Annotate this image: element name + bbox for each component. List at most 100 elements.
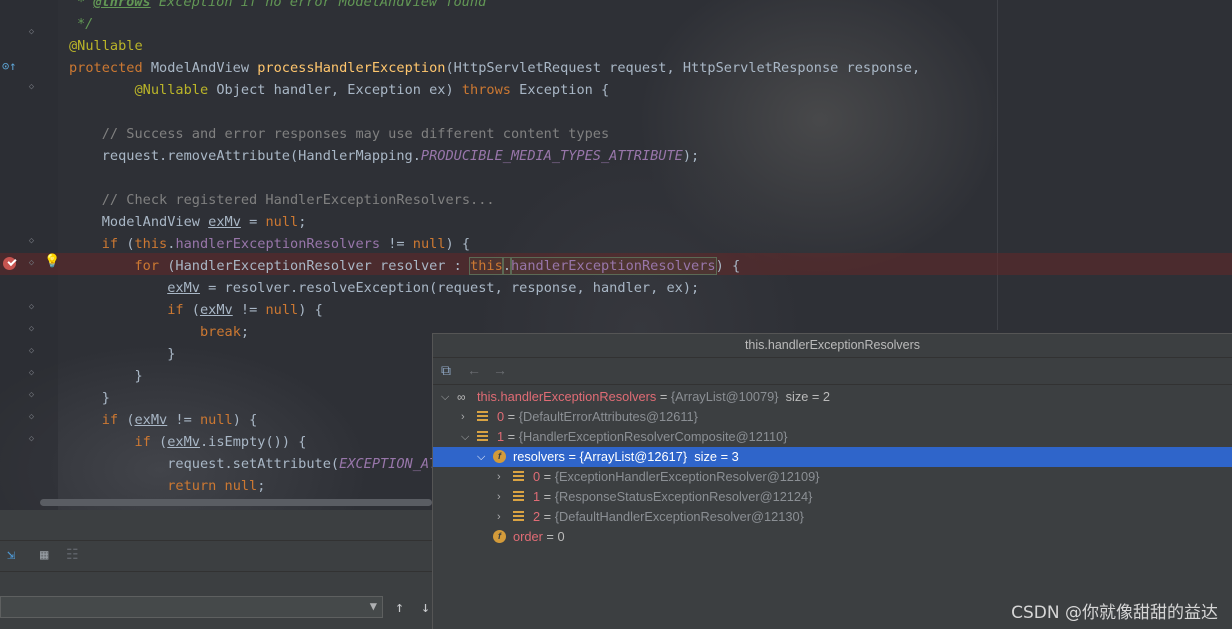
columns-icon[interactable]: ☷: [66, 547, 79, 563]
list-icon: [477, 411, 488, 422]
fold-marker-icon[interactable]: ◇: [27, 435, 36, 444]
code-token: break: [199, 324, 241, 340]
fold-marker-icon[interactable]: ◇: [27, 237, 36, 246]
tree-row[interactable]: f order = 0: [433, 527, 1232, 547]
arrow-up-icon[interactable]: ↑: [395, 598, 404, 616]
chevron-right-icon[interactable]: ›: [497, 487, 501, 507]
code-line[interactable]: return null;: [69, 475, 265, 497]
chevron-right-icon[interactable]: ›: [497, 507, 501, 527]
code-token: Exception {: [519, 82, 610, 98]
code-token: ) {: [445, 236, 471, 252]
code-line[interactable]: // Success and error responses may use d…: [69, 123, 609, 145]
tree-row[interactable]: › 0 = {DefaultErrorAttributes@12611}: [433, 407, 1232, 427]
back-arrow-icon[interactable]: ←: [467, 362, 481, 378]
code-line[interactable]: ModelAndView exMv = null;: [69, 211, 307, 233]
override-method-icon[interactable]: ⊙↑: [2, 59, 16, 73]
code-token: processHandlerException: [257, 60, 446, 76]
variables-tree[interactable]: ⌵ ∞ this.handlerExceptionResolvers = {Arra…: [433, 387, 1232, 557]
chevron-down-icon[interactable]: ⌵: [441, 387, 449, 407]
debugger-panel: ⇲ ▦ ☷ ▼ ↑ ↓: [0, 510, 433, 629]
fold-marker-icon[interactable]: ◇: [27, 303, 36, 312]
arrow-down-icon[interactable]: ↓: [421, 598, 430, 616]
code-line[interactable]: if (exMv != null) {: [69, 299, 323, 321]
table-view-icon[interactable]: ▦: [40, 547, 48, 563]
tree-row[interactable]: › 1 = {ResponseStatusExceptionResolver@12…: [433, 487, 1232, 507]
field-icon: f: [493, 450, 506, 463]
code-line[interactable]: protected ModelAndView processHandlerExc…: [69, 57, 920, 79]
code-token: }: [69, 368, 143, 384]
chevron-right-icon[interactable]: ›: [497, 467, 501, 487]
fold-marker-icon[interactable]: ◇: [27, 28, 36, 37]
fold-marker-icon[interactable]: ◇: [27, 391, 36, 400]
frames-dropdown[interactable]: ▼: [0, 596, 383, 618]
code-token: ModelAndView: [150, 60, 258, 76]
forward-arrow-icon[interactable]: →: [493, 362, 507, 378]
variable-value: {ExceptionHandlerExceptionResolver@12109…: [554, 469, 820, 484]
step-into-icon[interactable]: ⇲: [7, 547, 15, 563]
chevron-right-icon[interactable]: ›: [461, 407, 465, 427]
code-token: this: [469, 257, 504, 275]
code-line[interactable]: request.removeAttribute(HandlerMapping.P…: [69, 145, 699, 167]
variable-value: 0: [557, 529, 565, 544]
lightbulb-icon[interactable]: 💡: [44, 254, 60, 270]
code-line[interactable]: }: [69, 365, 143, 387]
chevron-down-icon[interactable]: ⌵: [461, 427, 469, 447]
breakpoint-icon[interactable]: [3, 257, 16, 270]
tree-row[interactable]: ⌵ 1 = {HandlerExceptionResolverComposite@…: [433, 427, 1232, 447]
code-line[interactable]: @Nullable: [69, 35, 143, 57]
fold-marker-icon[interactable]: ◇: [27, 347, 36, 356]
code-token: PRODUCIBLE_MEDIA_TYPES_ATTRIBUTE: [420, 148, 683, 164]
code-line[interactable]: if (exMv != null) {: [69, 409, 258, 431]
code-token: null: [265, 302, 299, 318]
code-token: (HttpServletRequest request, HttpServlet…: [445, 60, 921, 76]
code-line[interactable]: if (this.handlerExceptionResolvers != nu…: [69, 233, 470, 255]
variable-name: this.handlerExceptionResolvers: [477, 389, 657, 404]
code-token: = resolver.resolveException(request, res…: [199, 280, 700, 296]
list-icon: [477, 431, 488, 442]
chevron-down-icon[interactable]: ⌵: [477, 447, 485, 467]
code-line[interactable]: exMv = resolver.resolveException(request…: [69, 277, 699, 299]
code-token: request.setAttribute(: [69, 456, 340, 472]
right-margin-guide: [997, 0, 998, 330]
tree-row[interactable]: ⌵ ∞ this.handlerExceptionResolvers = {Arra…: [433, 387, 1232, 407]
tree-row[interactable]: ⌵ f resolvers = {ArrayList@12617} size = 3: [433, 447, 1232, 467]
fold-marker-icon[interactable]: ◇: [27, 325, 36, 334]
code-token: =: [240, 214, 266, 230]
popup-toolbar: ⧉ ← →: [433, 358, 1232, 385]
fold-marker-icon[interactable]: ◇: [27, 259, 36, 268]
watermark: CSDN @你就像甜甜的益达: [1011, 603, 1218, 623]
code-line[interactable]: // Check registered HandlerExceptionReso…: [69, 189, 495, 211]
code-line[interactable]: */: [77, 13, 93, 35]
code-token: if: [101, 236, 127, 252]
tree-row-text: 1 = {ResponseStatusExceptionResolver@121…: [533, 487, 812, 507]
code-line[interactable]: for (HandlerExceptionResolver resolver :…: [69, 255, 740, 277]
code-line[interactable]: }: [69, 387, 110, 409]
fold-marker-icon[interactable]: ◇: [27, 413, 36, 422]
code-line[interactable]: break;: [69, 321, 249, 343]
tree-row[interactable]: › 2 = {DefaultHandlerExceptionResolver@12…: [433, 507, 1232, 527]
horizontal-scrollbar[interactable]: [40, 499, 432, 506]
code-token: null: [200, 412, 233, 428]
code-line[interactable]: * @throws Exception if no error ModelAnd…: [77, 0, 486, 13]
fold-marker-icon[interactable]: ◇: [27, 83, 36, 92]
code-line[interactable]: @Nullable Object handler, Exception ex) …: [69, 79, 609, 101]
code-line[interactable]: }: [69, 343, 175, 365]
tree-row[interactable]: › 0 = {ExceptionHandlerExceptionResolver@…: [433, 467, 1232, 487]
code-token: exMv: [199, 302, 233, 318]
code-token: @Nullable: [69, 38, 143, 54]
add-to-watches-icon[interactable]: ⧉: [441, 362, 451, 379]
code-line[interactable]: if (exMv.isEmpty()) {: [69, 431, 306, 453]
list-icon: [513, 471, 524, 482]
variable-value: {ResponseStatusExceptionResolver@12124}: [554, 489, 813, 504]
code-token: @Nullable: [134, 82, 217, 98]
code-token: throws: [461, 82, 520, 98]
evaluate-popup[interactable]: this.handlerExceptionResolvers ⧉ ← → ⌵ ∞ t…: [432, 333, 1232, 629]
code-line[interactable]: request.setAttribute(EXCEPTION_AT: [69, 453, 437, 475]
code-token: ;: [240, 324, 250, 340]
fold-marker-icon[interactable]: ◇: [27, 369, 36, 378]
